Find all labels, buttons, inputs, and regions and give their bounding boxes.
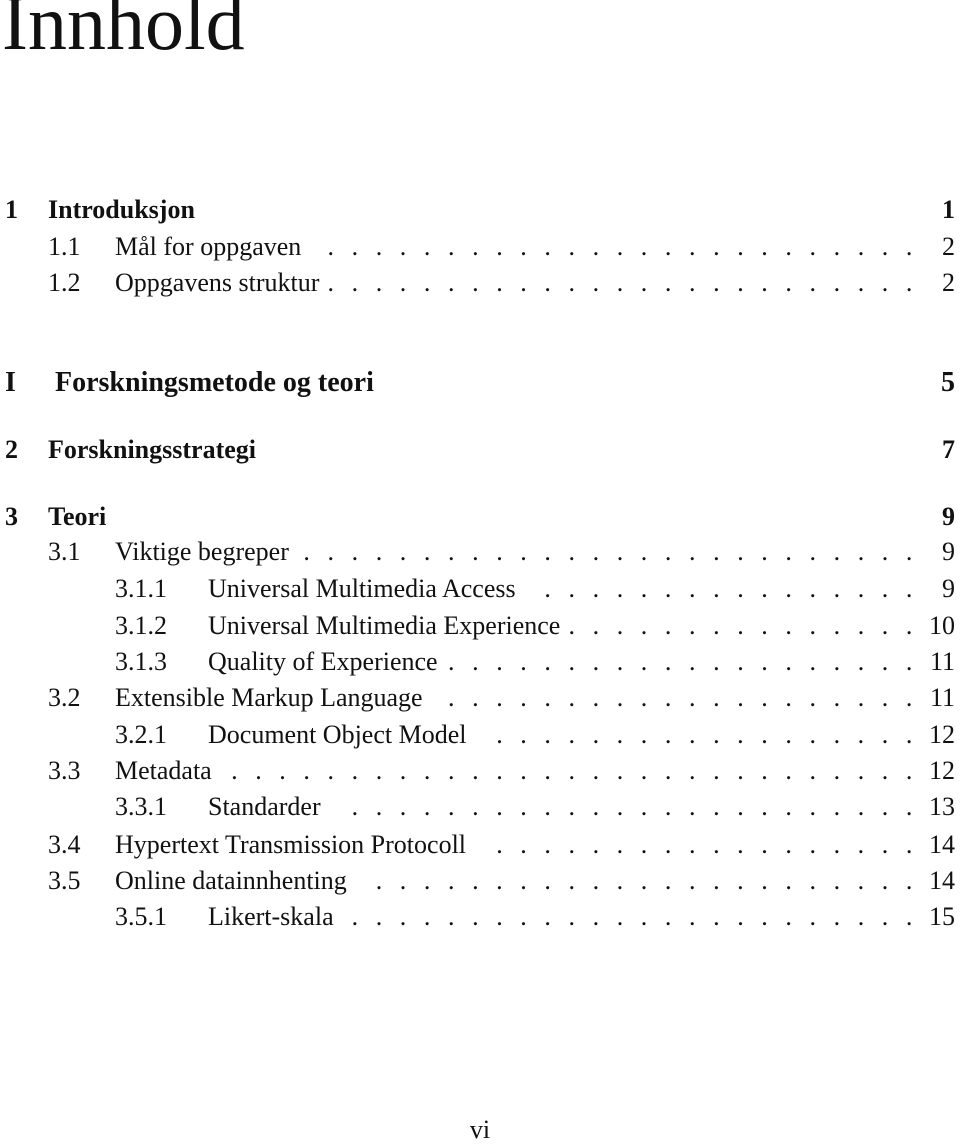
entry-number: 1 [5, 195, 18, 224]
entry-page: 9 [942, 574, 955, 603]
entry-title: Viktige begreper [115, 537, 289, 566]
entry-page: 9 [942, 502, 955, 531]
entry-title: Teori [48, 502, 107, 531]
entry-title: Universal Multimedia Experience [208, 611, 561, 640]
toc-entry[interactable]: 3.1.1 Universal Multimedia Access ......… [0, 571, 955, 607]
entry-title: Likert-skala [208, 902, 334, 931]
entry-number: I [5, 367, 16, 398]
toc-entry[interactable]: 3.3 Metadata ...........................… [0, 753, 955, 789]
entry-title: Metadata [115, 756, 212, 785]
dot-leader: ......................... [327, 268, 930, 297]
dot-leader: .................... [448, 647, 930, 676]
entry-number: 3.2 [48, 683, 81, 712]
entry-page: 15 [929, 902, 955, 931]
entry-number: 3.1 [48, 537, 81, 566]
entry-number: 1.2 [48, 268, 81, 297]
entry-page: 10 [929, 611, 955, 640]
dot-leader: .................... [448, 683, 930, 712]
entry-number: 3 [5, 502, 18, 531]
entry-title: Forskningsstrategi [48, 435, 256, 464]
toc-entry[interactable]: 3.5 Online datainnhenting ..............… [0, 863, 955, 899]
entry-page: 2 [942, 268, 955, 297]
entry-number: 3.1.2 [115, 611, 167, 640]
dot-leader: ............................. [231, 756, 930, 785]
entry-page: 2 [942, 232, 955, 261]
entry-title: Hypertext Transmission Protocoll [115, 830, 467, 859]
toc-entry[interactable]: 3.2 Extensible Markup Language .........… [0, 680, 955, 716]
toc-entry[interactable]: 3.3.1 Standarder .......................… [0, 789, 955, 825]
entry-number: 3.1.3 [115, 647, 167, 676]
entry-page: 14 [929, 866, 955, 895]
page-title: Innhold [2, 0, 245, 66]
entry-page: 9 [942, 537, 955, 566]
entry-page: 7 [942, 435, 955, 464]
entry-page: 12 [929, 756, 955, 785]
toc-entry[interactable]: 3.5.1 Likert-skala .....................… [0, 899, 955, 935]
dot-leader: ....................... [375, 866, 930, 895]
dot-leader: .................. [496, 720, 930, 749]
entry-page: 11 [929, 683, 955, 712]
entry-title: Standarder [208, 792, 321, 821]
dot-leader: ............... [568, 611, 930, 640]
entry-number: 3.4 [48, 830, 81, 859]
dot-leader: ......................... [327, 232, 930, 261]
toc-entry[interactable]: 3.1.2 Universal Multimedia Experience ..… [0, 608, 955, 644]
entry-title: Document Object Model [208, 720, 467, 749]
entry-number: 3.3 [48, 756, 81, 785]
entry-title: Quality of Experience [208, 647, 438, 676]
entry-page: 5 [941, 367, 955, 398]
toc-entry[interactable]: 3.4 Hypertext Transmission Protocoll ...… [0, 827, 955, 863]
entry-number: 3.5 [48, 866, 81, 895]
toc-entry[interactable]: 3.1.3 Quality of Experience ............… [0, 644, 955, 680]
entry-page: 1 [942, 195, 955, 224]
toc-entry[interactable]: 3.1 Viktige begreper ...................… [0, 534, 955, 570]
entry-title: Online datainnhenting [115, 866, 347, 895]
toc-entry[interactable]: 2 Forskningsstrategi 7 [0, 432, 955, 468]
entry-number: 3.5.1 [115, 902, 167, 931]
toc-entry[interactable]: 1.2 Oppgavens struktur .................… [0, 265, 955, 301]
dot-leader: ........................ [351, 792, 930, 821]
entry-number: 3.1.1 [115, 574, 167, 603]
entry-page: 11 [929, 647, 955, 676]
dot-leader: .................. [496, 830, 930, 859]
entry-number: 3.2.1 [115, 720, 167, 749]
dot-leader: ........................ [351, 902, 930, 931]
entry-title: Universal Multimedia Access [208, 574, 516, 603]
entry-number: 1.1 [48, 232, 81, 261]
entry-page: 12 [929, 720, 955, 749]
entry-page: 13 [929, 792, 955, 821]
toc-entry[interactable]: 1.1 Mål for oppgaven ...................… [0, 229, 955, 265]
toc-entry[interactable]: 3.2.1 Document Object Model ............… [0, 717, 955, 753]
toc-entry[interactable]: 3 Teori 9 [0, 499, 955, 535]
dot-leader: ................ [544, 574, 930, 603]
entry-title: Oppgavens struktur [115, 268, 320, 297]
entry-title: Extensible Markup Language [115, 683, 423, 712]
entry-page: 14 [929, 830, 955, 859]
toc-entry[interactable]: 1 Introduksjon 1 [0, 192, 955, 228]
entry-title: Introduksjon [48, 195, 195, 224]
toc-entry[interactable]: I Forskningsmetode og teori 5 [0, 365, 955, 401]
dot-leader: .......................... [303, 537, 930, 566]
entry-title: Forskningsmetode og teori [55, 367, 374, 398]
entry-number: 3.3.1 [115, 792, 167, 821]
entry-title: Mål for oppgaven [115, 232, 302, 261]
entry-number: 2 [5, 435, 18, 464]
